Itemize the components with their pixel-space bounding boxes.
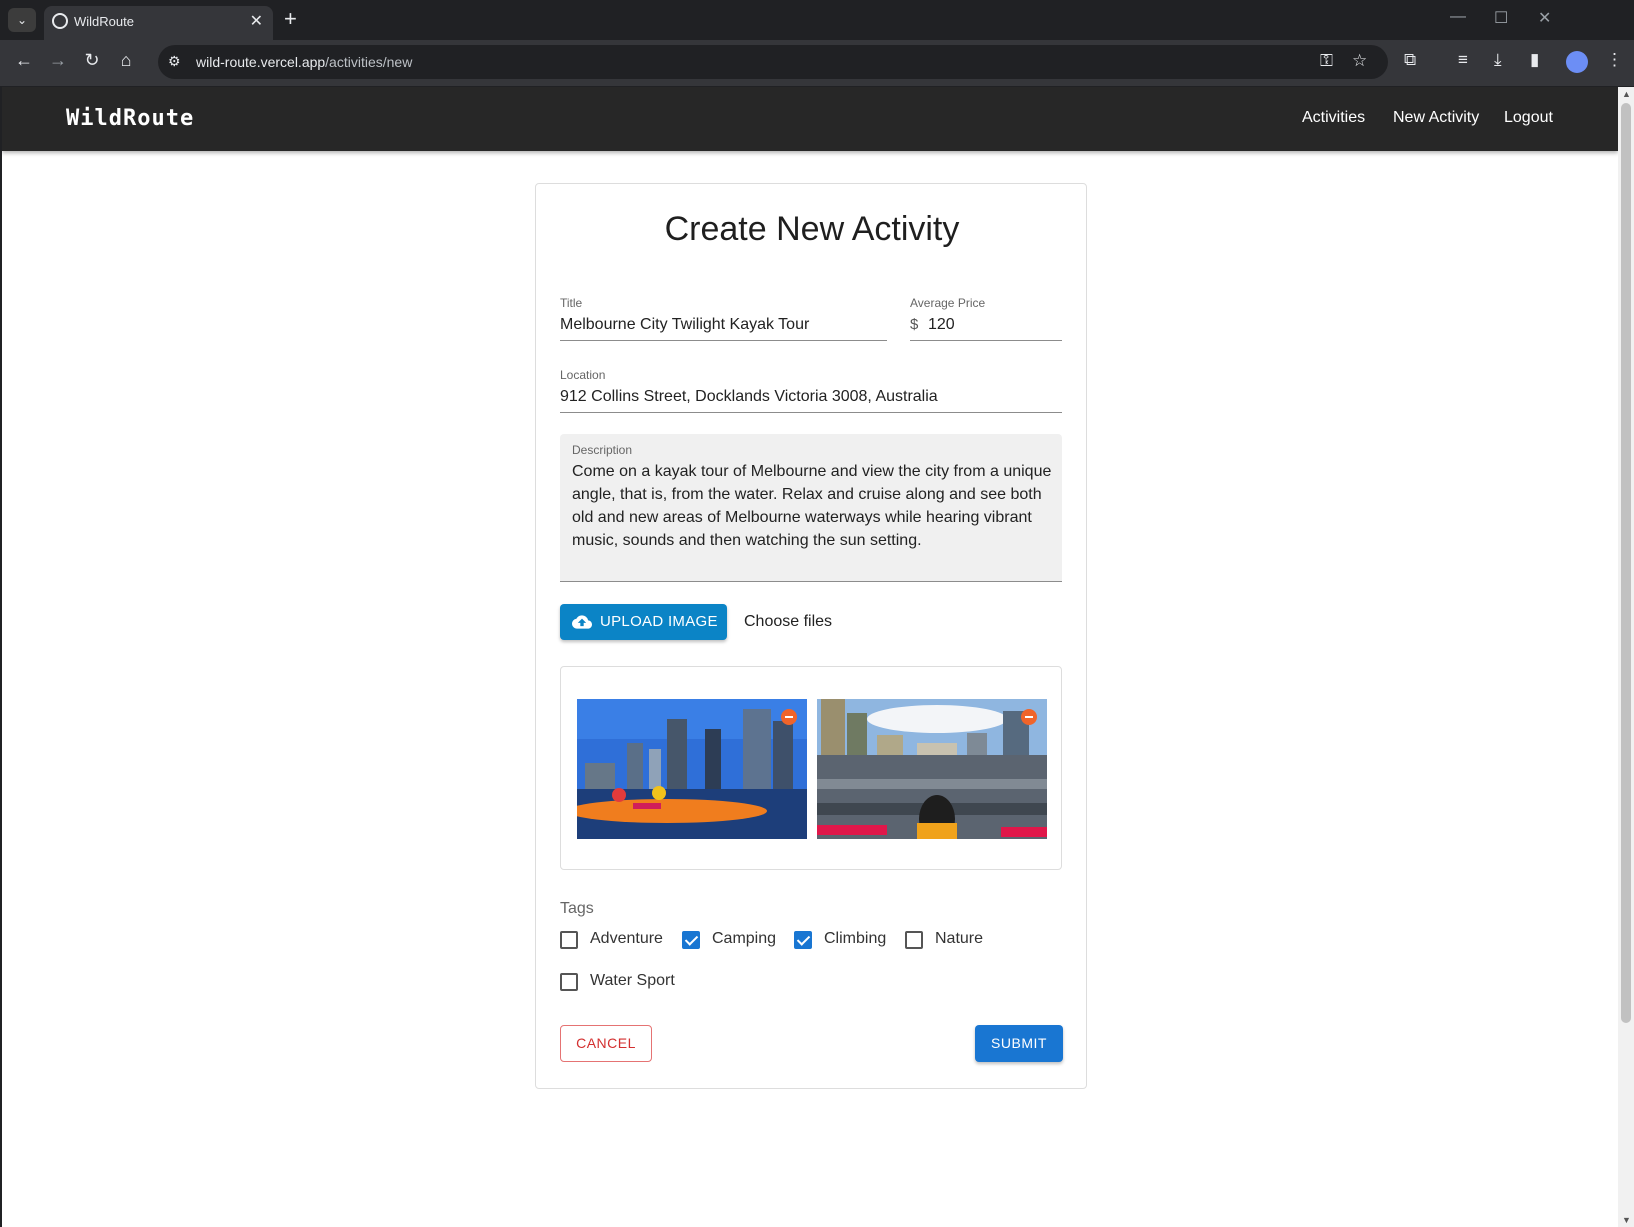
- currency-prefix: $: [910, 316, 919, 333]
- scrollbar-thumb[interactable]: [1621, 103, 1631, 1023]
- maximize-icon[interactable]: ☐: [1494, 8, 1508, 28]
- tag-climbing-label: Climbing: [824, 930, 887, 947]
- description-label: Description: [572, 443, 633, 457]
- minimize-icon[interactable]: —: [1450, 8, 1466, 26]
- upload-image-button[interactable]: UPLOAD IMAGE: [560, 604, 727, 640]
- image-preview-2: [817, 699, 1047, 839]
- description-text[interactable]: Come on a kayak tour of Melbourne and vi…: [572, 460, 1054, 552]
- close-tab-icon[interactable]: ✕: [250, 11, 263, 31]
- brand-logo[interactable]: WildRoute: [66, 106, 194, 131]
- profile-avatar[interactable]: [1566, 51, 1588, 73]
- reload-icon[interactable]: ↻: [80, 50, 104, 71]
- chevron-down-icon: ⌄: [16, 13, 28, 27]
- new-tab-button[interactable]: +: [284, 6, 297, 32]
- upload-image-label: UPLOAD IMAGE: [600, 613, 718, 630]
- adventure-checkbox[interactable]: [560, 931, 578, 949]
- nav-new-activity[interactable]: New Activity: [1393, 109, 1479, 127]
- star-icon[interactable]: ☆: [1352, 51, 1367, 71]
- climbing-checkbox[interactable]: [794, 931, 812, 949]
- scroll-up-icon[interactable]: ▲: [1622, 89, 1631, 99]
- page-scrollbar[interactable]: ▲ ▼: [1618, 87, 1634, 1227]
- tag-camping-label: Camping: [712, 930, 777, 947]
- nav-logout[interactable]: Logout: [1504, 109, 1553, 127]
- more-menu-icon[interactable]: ⋮: [1606, 50, 1623, 70]
- price-underline: [910, 340, 1062, 341]
- tab-title: WildRoute: [74, 14, 134, 29]
- key-icon[interactable]: ⚿: [1320, 51, 1333, 71]
- tag-adventure-label: Adventure: [590, 930, 663, 947]
- create-activity-form: Create New Activity Title Melbourne City…: [535, 183, 1087, 1089]
- tag-water-sport-label: Water Sport: [590, 972, 675, 989]
- remove-image-1-icon[interactable]: [781, 709, 797, 725]
- page-viewport: WildRoute Activities New Activity Logout…: [2, 87, 1618, 1227]
- browser-tab[interactable]: WildRoute ✕: [44, 6, 273, 40]
- scroll-down-icon[interactable]: ▼: [1622, 1215, 1631, 1225]
- home-icon[interactable]: ⌂: [114, 50, 138, 71]
- favicon-icon: [52, 13, 68, 29]
- browser-tab-bar: ⌄ WildRoute ✕ + — ☐ ✕: [0, 0, 1634, 40]
- choose-files-text[interactable]: Choose files: [744, 613, 832, 631]
- cloud-upload-icon: [572, 615, 592, 629]
- address-bar[interactable]: ⚙ wild-route.vercel.app/activities/new ⚿…: [158, 45, 1388, 79]
- app-header: WildRoute Activities New Activity Logout: [2, 87, 1618, 151]
- description-field[interactable]: Description Come on a kayak tour of Melb…: [560, 434, 1062, 582]
- download-icon[interactable]: ⤓: [1494, 50, 1502, 70]
- location-underline: [560, 412, 1062, 413]
- kayak-photo-2: [817, 699, 1047, 839]
- price-field[interactable]: 120: [928, 316, 955, 334]
- nature-checkbox[interactable]: [905, 931, 923, 949]
- tags-label: Tags: [560, 900, 594, 917]
- forward-icon[interactable]: →: [46, 50, 70, 71]
- browser-toolbar: ← → ↻ ⌂ ⚙ wild-route.vercel.app/activiti…: [0, 40, 1634, 86]
- tab-list-button[interactable]: ⌄: [8, 8, 36, 32]
- remove-image-2-icon[interactable]: [1021, 709, 1037, 725]
- nav-activities[interactable]: Activities: [1302, 109, 1365, 127]
- title-field[interactable]: Melbourne City Twilight Kayak Tour: [560, 316, 809, 334]
- title-label: Title: [560, 296, 583, 310]
- title-underline: [560, 340, 887, 341]
- tag-nature-label: Nature: [935, 930, 984, 947]
- camping-checkbox[interactable]: [682, 931, 700, 949]
- close-window-icon[interactable]: ✕: [1538, 8, 1551, 28]
- back-icon[interactable]: ←: [12, 50, 36, 71]
- location-field[interactable]: 912 Collins Street, Docklands Victoria 3…: [560, 388, 938, 406]
- extensions-icon[interactable]: ⧉: [1404, 50, 1416, 70]
- image-preview-1: [577, 699, 807, 839]
- site-info-icon[interactable]: ⚙: [168, 53, 181, 70]
- page-title: Create New Activity: [664, 210, 960, 248]
- cancel-button[interactable]: CANCEL: [560, 1025, 652, 1062]
- location-label: Location: [560, 368, 606, 382]
- media-icon[interactable]: ≡: [1458, 50, 1468, 70]
- url-text: wild-route.vercel.app/activities/new: [196, 54, 413, 70]
- submit-button[interactable]: SUBMIT: [975, 1025, 1063, 1062]
- water-sport-checkbox[interactable]: [560, 973, 578, 991]
- price-label: Average Price: [910, 296, 986, 310]
- kayak-photo-1: [577, 699, 807, 839]
- side-panel-icon[interactable]: ▮: [1530, 50, 1539, 70]
- image-preview-box: [560, 666, 1062, 870]
